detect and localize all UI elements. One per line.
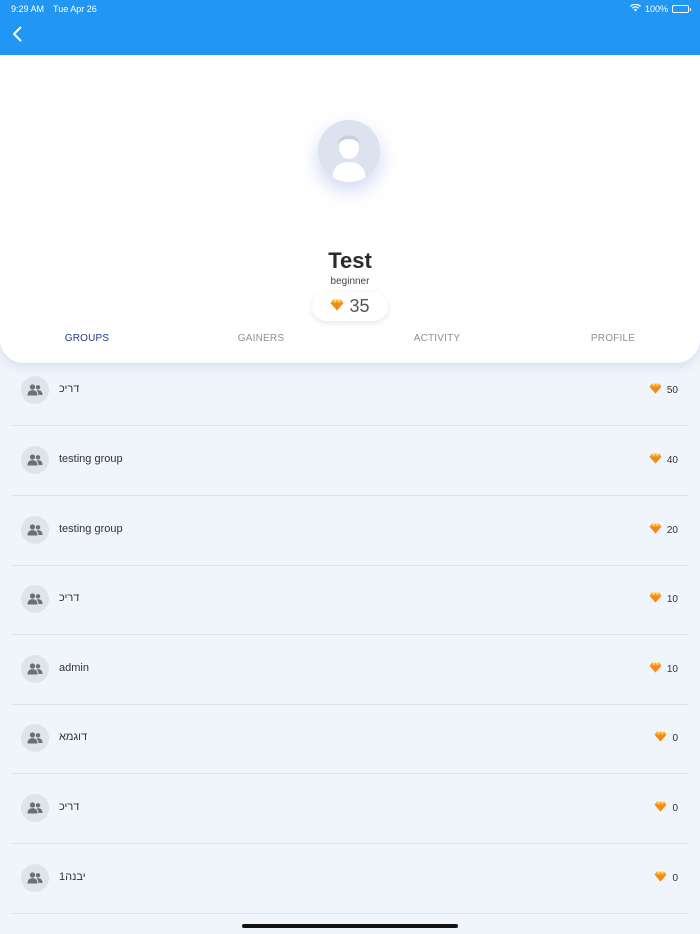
tab-gainers[interactable]: GAINERS <box>238 333 284 344</box>
gem-icon <box>649 523 662 537</box>
group-name: דריכ <box>59 592 80 604</box>
chevron-left-icon <box>12 26 22 47</box>
group-score: 0 <box>654 801 678 815</box>
profile-name: Test <box>328 248 372 273</box>
nav-bar <box>0 18 700 55</box>
tab-groups[interactable]: GROUPS <box>65 333 110 344</box>
group-name: דוגמא <box>59 731 88 743</box>
gem-icon <box>649 383 662 397</box>
gem-icon <box>330 298 344 316</box>
group-row[interactable]: דריכ 10 <box>11 565 689 635</box>
gem-icon <box>654 871 667 885</box>
group-name: יבנה1 <box>59 871 86 883</box>
back-button[interactable] <box>6 24 28 48</box>
points-value: 35 <box>349 296 370 316</box>
status-date: Tue Apr 26 <box>53 4 97 14</box>
wifi-icon <box>629 3 641 14</box>
points-badge: 35 <box>312 292 388 321</box>
group-score-value: 0 <box>672 802 678 814</box>
group-score: 10 <box>649 662 678 676</box>
group-row[interactable]: יבנה1 0 <box>11 844 689 914</box>
status-time: 9:29 AM <box>11 4 45 14</box>
group-row[interactable]: testing group 40 <box>11 426 689 496</box>
tab-bar: GROUPS GAINERS ACTIVITY PROFILE <box>0 333 700 351</box>
group-icon <box>21 446 49 474</box>
group-name: דריכ <box>59 801 80 813</box>
tab-profile[interactable]: PROFILE <box>591 333 635 344</box>
group-score: 40 <box>649 453 678 467</box>
group-score-value: 20 <box>666 524 678 536</box>
battery-icon <box>672 5 691 13</box>
profile-card: Test beginner 35 GROUPS GAINERS ACTIVITY… <box>0 55 700 363</box>
tab-activity[interactable]: ACTIVITY <box>414 333 461 344</box>
group-score-value: 50 <box>666 384 678 396</box>
gem-icon <box>649 592 662 606</box>
group-row[interactable]: דריכ 50 <box>11 356 689 426</box>
group-name: testing group <box>59 523 123 535</box>
group-score-value: 0 <box>672 872 678 884</box>
group-score: 0 <box>654 731 678 745</box>
gem-icon <box>649 453 662 467</box>
group-name: admin <box>59 662 89 674</box>
group-name: testing group <box>59 453 123 465</box>
group-icon <box>21 376 49 404</box>
group-icon <box>21 516 49 544</box>
group-score: 0 <box>654 871 678 885</box>
home-indicator <box>242 924 458 928</box>
group-name: דריכ <box>59 383 80 395</box>
group-score: 50 <box>649 383 678 397</box>
status-bar: 9:29 AM Tue Apr 26 100% <box>0 0 700 18</box>
group-score-value: 10 <box>666 663 678 675</box>
group-score-value: 10 <box>666 593 678 605</box>
group-score-value: 0 <box>672 732 678 744</box>
group-score: 20 <box>649 523 678 537</box>
avatar[interactable] <box>318 120 380 182</box>
group-icon <box>21 585 49 613</box>
group-icon <box>21 794 49 822</box>
group-row[interactable]: דריכ 0 <box>11 774 689 844</box>
gem-icon <box>654 801 667 815</box>
group-icon <box>21 655 49 683</box>
profile-level: beginner <box>330 276 370 287</box>
group-score-value: 40 <box>666 454 678 466</box>
battery-percent: 100% <box>644 4 668 14</box>
group-score: 10 <box>649 592 678 606</box>
group-icon <box>21 864 49 892</box>
gem-icon <box>654 731 667 745</box>
gem-icon <box>649 662 662 676</box>
group-row[interactable]: testing group 20 <box>11 496 689 566</box>
group-row[interactable]: admin 10 <box>11 635 689 705</box>
group-icon <box>21 724 49 752</box>
group-row[interactable]: דוגמא 0 <box>11 704 689 774</box>
